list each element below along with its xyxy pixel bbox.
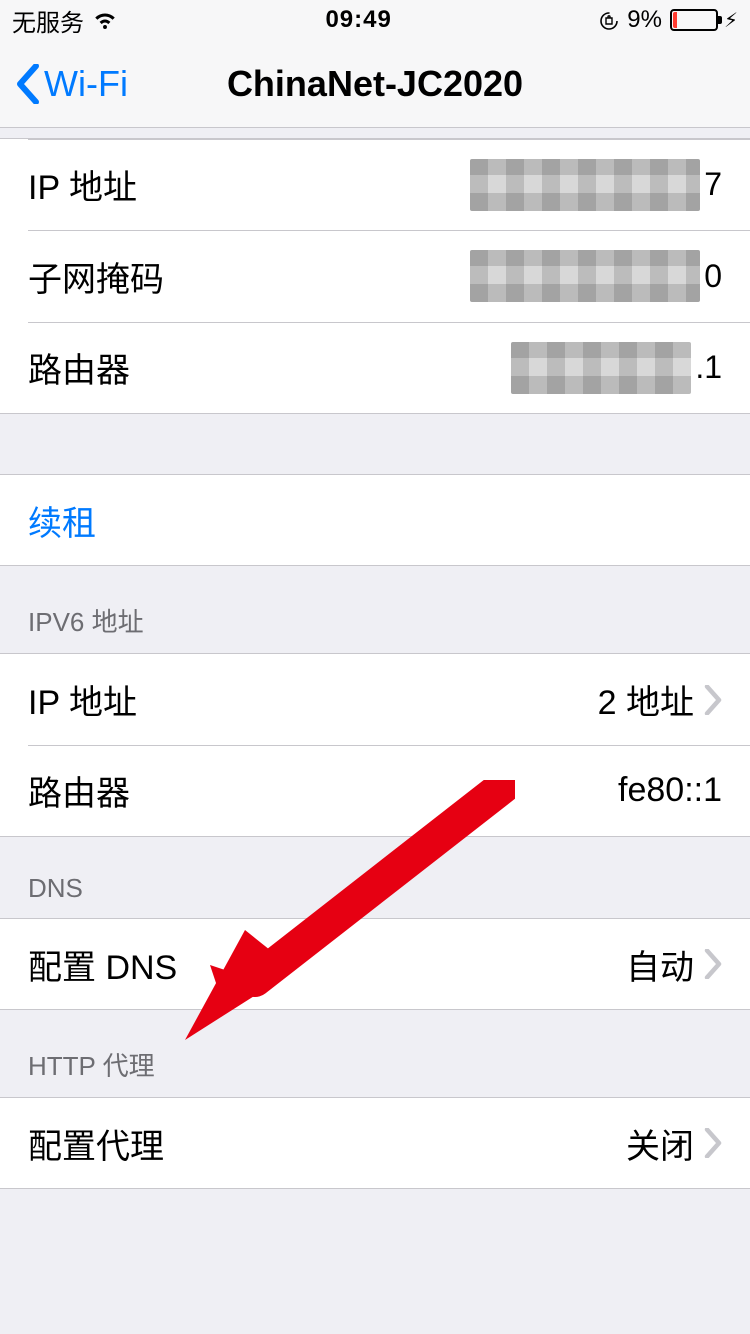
router-value: .1 xyxy=(511,342,722,394)
row-ipv6-address[interactable]: IP 地址 2 地址 xyxy=(0,653,750,745)
orientation-lock-icon xyxy=(599,10,619,30)
row-configure-dns[interactable]: 配置 DNS 自动 xyxy=(0,918,750,1010)
renew-label: 续租 xyxy=(28,496,96,545)
ipv6-ip-value: 2 地址 xyxy=(598,675,722,724)
nav-bar: Wi-Fi ChinaNet-JC2020 xyxy=(0,40,750,128)
redacted-block xyxy=(470,159,700,211)
renew-lease-button[interactable]: 续租 xyxy=(0,474,750,566)
subnet-label: 子网掩码 xyxy=(28,252,164,301)
back-label: Wi-Fi xyxy=(44,63,128,105)
row-ipv6-router: 路由器 fe80::1 xyxy=(0,745,750,837)
ipv6-router-value: fe80::1 xyxy=(618,771,722,810)
status-time: 09:49 xyxy=(325,6,391,34)
row-router: 路由器 .1 xyxy=(0,322,750,414)
back-button[interactable]: Wi-Fi xyxy=(16,63,128,105)
router-label: 路由器 xyxy=(28,343,130,392)
row-configure-proxy[interactable]: 配置代理 关闭 xyxy=(0,1097,750,1189)
chevron-right-icon xyxy=(704,685,722,715)
ip-label: IP 地址 xyxy=(28,160,137,209)
ipv6-ip-label: IP 地址 xyxy=(28,675,137,724)
status-right: 9% ⚡︎ xyxy=(599,6,738,34)
battery-icon xyxy=(670,9,718,31)
proxy-header: HTTP 代理 xyxy=(0,1010,750,1097)
charging-icon: ⚡︎ xyxy=(724,8,738,33)
row-subnet-mask: 子网掩码 0 xyxy=(0,230,750,322)
redacted-block xyxy=(511,342,691,394)
ipv6-router-label: 路由器 xyxy=(28,766,130,815)
dns-config-label: 配置 DNS xyxy=(28,940,177,989)
ipv6-header: IPV6 地址 xyxy=(0,566,750,653)
chevron-right-icon xyxy=(704,949,722,979)
ip-value: 7 xyxy=(470,159,722,211)
subnet-value: 0 xyxy=(470,250,722,302)
proxy-config-label: 配置代理 xyxy=(28,1119,164,1168)
battery-percent: 9% xyxy=(627,6,662,34)
chevron-left-icon xyxy=(16,64,40,104)
chevron-right-icon xyxy=(704,1128,722,1158)
status-left: 无服务 xyxy=(12,3,118,38)
proxy-config-value: 关闭 xyxy=(626,1119,722,1168)
status-bar: 无服务 09:49 9% ⚡︎ xyxy=(0,0,750,40)
dns-header: DNS xyxy=(0,837,750,918)
row-ip-address: IP 地址 7 xyxy=(0,138,750,230)
redacted-block xyxy=(470,250,700,302)
carrier-text: 无服务 xyxy=(12,3,84,38)
wifi-icon xyxy=(92,10,118,30)
dns-config-value: 自动 xyxy=(626,940,722,989)
